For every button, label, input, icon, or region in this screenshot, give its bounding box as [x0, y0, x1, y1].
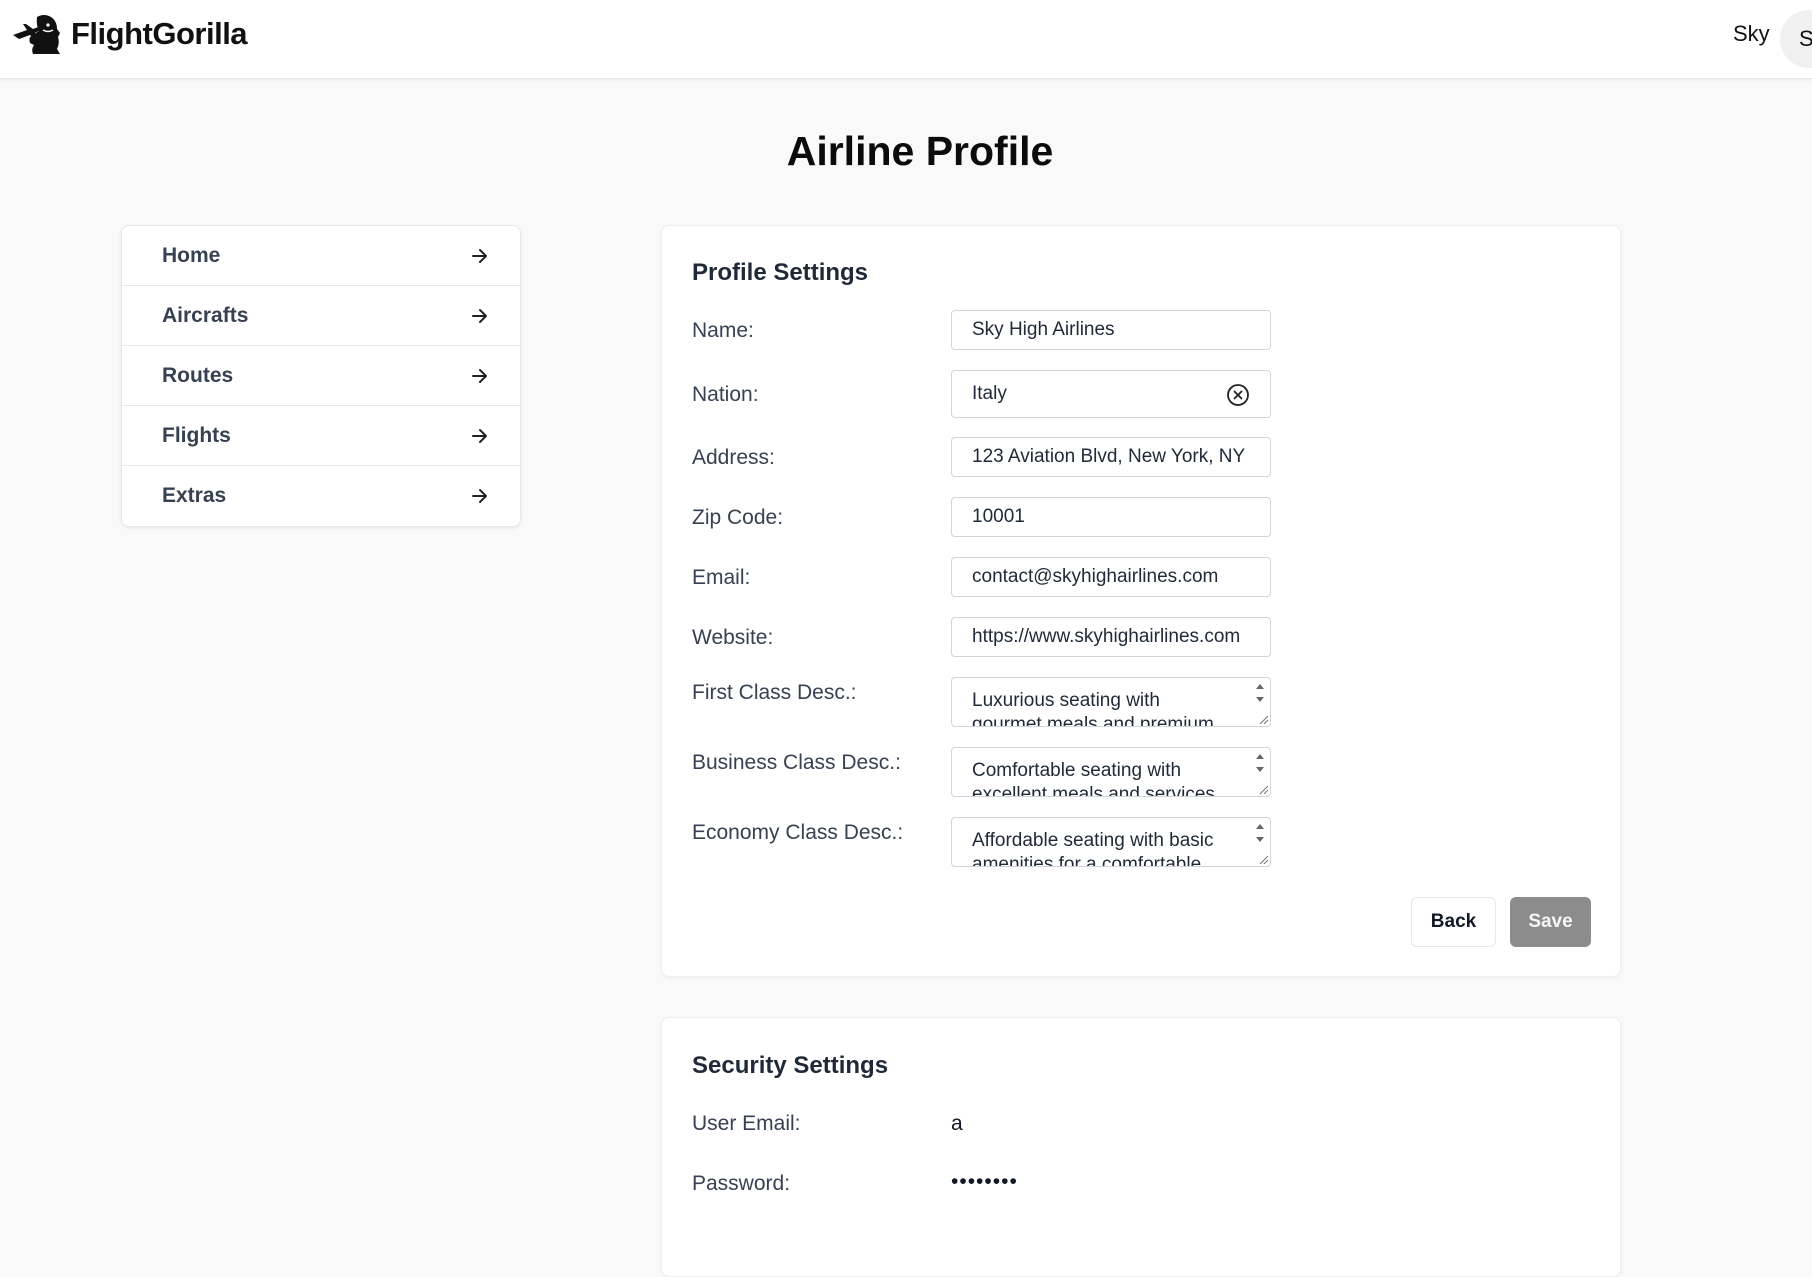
clear-icon[interactable] [1226, 383, 1250, 407]
business-class-desc-label: Business Class Desc.: [692, 751, 901, 774]
back-button[interactable]: Back [1411, 897, 1496, 947]
sidebar-item-flights[interactable]: Flights [122, 406, 520, 466]
email-label: Email: [692, 566, 751, 589]
arrow-right-icon [472, 428, 487, 443]
scroll-arrows-icon[interactable] [1254, 820, 1266, 846]
website-label: Website: [692, 626, 774, 649]
nation-value: Italy [972, 383, 1007, 404]
sidebar-item-label: Home [162, 243, 221, 267]
password-value: •••••••• [951, 1170, 1018, 1193]
resize-handle-icon[interactable] [1257, 713, 1269, 725]
business-class-desc-text: Comfortable seating with excellent meals… [972, 760, 1215, 797]
gorilla-airplane-logo-icon [13, 15, 60, 54]
arrow-right-icon [472, 489, 487, 503]
sidebar-item-label: Extras [162, 484, 227, 507]
address-field[interactable]: 123 Aviation Blvd, New York, NY [951, 437, 1271, 477]
business-class-desc-textarea[interactable]: Comfortable seating with excellent meals… [951, 747, 1271, 797]
avatar[interactable]: S [1780, 10, 1812, 68]
save-button[interactable]: Save [1510, 897, 1591, 947]
address-label: Address: [692, 446, 775, 469]
sidebar-nav: Home Aircrafts Routes Flights Extras [121, 225, 521, 527]
user-email-value: a [951, 1112, 963, 1135]
name-label: Name: [692, 319, 754, 342]
zip-code-label: Zip Code: [692, 506, 784, 529]
economy-class-desc-label: Economy Class Desc.: [692, 821, 904, 844]
sidebar-item-extras[interactable]: Extras [122, 466, 520, 526]
first-class-desc-text: Luxurious seating with gourmet meals and… [972, 690, 1214, 727]
resize-handle-icon[interactable] [1257, 783, 1269, 795]
app-name: FlightGorilla [71, 16, 248, 51]
arrow-right-icon [472, 248, 487, 263]
economy-class-desc-text: Affordable seating with basic amenities … [972, 830, 1214, 867]
profile-settings-card: Profile Settings Name: Sky High Airlines… [661, 225, 1621, 977]
security-settings-title: Security Settings [692, 1052, 889, 1079]
top-navbar: FlightGorilla Sky S [0, 0, 1812, 79]
sidebar-item-label: Flights [162, 423, 231, 447]
arrow-right-icon [472, 308, 487, 323]
page-title: Airline Profile [786, 128, 1054, 174]
scroll-arrows-icon[interactable] [1254, 750, 1266, 776]
arrow-right-icon [472, 368, 487, 383]
zip-code-field[interactable]: 10001 [951, 497, 1271, 537]
security-settings-card: Security Settings User Email: a Password… [661, 1017, 1621, 1277]
first-class-desc-textarea[interactable]: Luxurious seating with gourmet meals and… [951, 677, 1271, 727]
economy-class-desc-textarea[interactable]: Affordable seating with basic amenities … [951, 817, 1271, 867]
sidebar-item-routes[interactable]: Routes [122, 346, 520, 406]
profile-settings-title: Profile Settings [692, 259, 869, 286]
scroll-arrows-icon[interactable] [1254, 680, 1266, 706]
sidebar-item-label: Routes [162, 363, 234, 387]
nation-select[interactable]: Italy [951, 370, 1271, 418]
user-email-label: User Email: [692, 1112, 801, 1135]
name-field[interactable]: Sky High Airlines [951, 310, 1271, 350]
nation-label: Nation: [692, 383, 759, 406]
password-label: Password: [692, 1172, 791, 1195]
sidebar-item-aircrafts[interactable]: Aircrafts [122, 286, 520, 346]
user-name[interactable]: Sky [1733, 21, 1770, 47]
sidebar-item-home[interactable]: Home [122, 226, 520, 286]
resize-handle-icon[interactable] [1257, 853, 1269, 865]
sidebar-item-label: Aircrafts [162, 303, 249, 327]
brand[interactable]: FlightGorilla [11, 13, 248, 55]
website-field[interactable]: https://www.skyhighairlines.com [951, 617, 1271, 657]
email-field[interactable]: contact@skyhighairlines.com [951, 557, 1271, 597]
first-class-desc-label: First Class Desc.: [692, 681, 857, 704]
